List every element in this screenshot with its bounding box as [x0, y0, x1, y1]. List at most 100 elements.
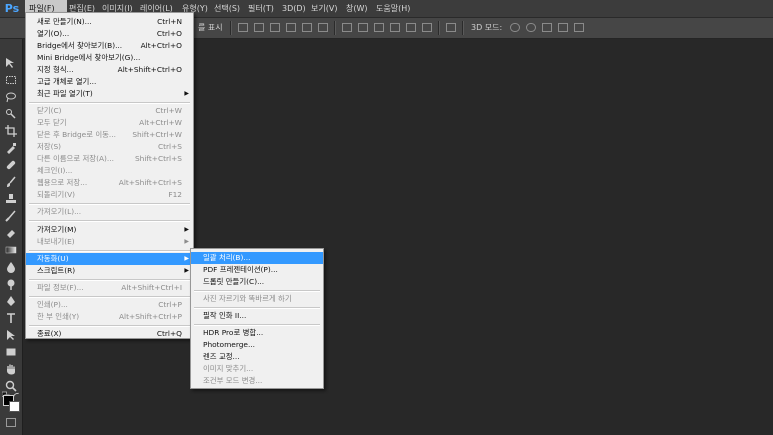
menu-separator	[29, 296, 190, 298]
menu-item-check-in[interactable]: 체크인(I)...	[26, 165, 193, 177]
menu-item-photomerge[interactable]: Photomerge...	[191, 339, 323, 351]
eyedropper-tool-icon[interactable]	[3, 140, 19, 156]
type-tool-icon[interactable]	[3, 310, 19, 326]
path-selection-icon[interactable]	[3, 327, 19, 343]
menu-item-conditional-mode-change[interactable]: 조건부 모드 변경...	[191, 375, 323, 387]
menu-item-import[interactable]: 가져오기(M) ▶	[26, 224, 193, 236]
align-vcenter-icon[interactable]	[254, 23, 264, 32]
menu-item-close-all[interactable]: 모두 닫기 Alt+Ctrl+W	[26, 117, 193, 129]
menu-item-open-recent[interactable]: 최근 파일 열기(T) ▶	[26, 88, 193, 100]
menu-item-save-as[interactable]: 다른 이름으로 저장(A)... Shift+Ctrl+S	[26, 153, 193, 165]
menu-separator	[29, 220, 190, 222]
automate-submenu: 일괄 처리(B)... PDF 프레젠테이션(P)... 드롭릿 만들기(C).…	[190, 248, 324, 389]
menu-item-open-smart-object[interactable]: 고급 개체로 열기...	[26, 76, 193, 88]
submenu-arrow-icon: ▶	[184, 267, 189, 274]
blur-tool-icon[interactable]	[3, 259, 19, 275]
menu-item-print[interactable]: 인쇄(P)... Ctrl+P	[26, 299, 193, 311]
distribute-vcenter-icon[interactable]	[358, 23, 368, 32]
menu-view[interactable]: 보기(V)	[311, 0, 337, 17]
show-transform-controls-label[interactable]: 를 표시	[198, 18, 223, 38]
eraser-tool-icon[interactable]	[3, 225, 19, 241]
align-right-icon[interactable]	[318, 23, 328, 32]
brush-tool-icon[interactable]	[3, 174, 19, 190]
align-top-icon[interactable]	[238, 23, 248, 32]
menu-separator	[194, 324, 320, 326]
menu-item-create-droplet[interactable]: 드롭릿 만들기(C)...	[191, 276, 323, 288]
menu-item-file-info[interactable]: 파일 정보(F)... Alt+Shift+Ctrl+I	[26, 282, 193, 294]
menu-item-scripts[interactable]: 스크립트(R) ▶	[26, 265, 193, 277]
submenu-arrow-icon: ▶	[184, 255, 189, 262]
photoshop-logo: Ps	[4, 2, 20, 15]
menu-item-fit-image[interactable]: 이미지 맞추기...	[191, 363, 323, 375]
menu-help[interactable]: 도움말(H)	[376, 0, 410, 17]
menu-filter[interactable]: 필터(T)	[248, 0, 274, 17]
menu-item-exit[interactable]: 종료(X) Ctrl+Q	[26, 328, 193, 340]
menu-item-automate[interactable]: 자동화(U) ▶	[26, 253, 193, 265]
menu-separator	[29, 325, 190, 327]
menu-item-merge-hdr[interactable]: HDR Pro로 병합...	[191, 327, 323, 339]
3d-rotate-icon[interactable]	[510, 23, 520, 32]
crop-tool-icon[interactable]	[3, 123, 19, 139]
menu-item-lens-correction[interactable]: 렌즈 교정...	[191, 351, 323, 363]
lasso-tool-icon[interactable]	[3, 89, 19, 105]
menu-separator	[194, 307, 320, 309]
align-bottom-icon[interactable]	[270, 23, 280, 32]
3d-slide-icon[interactable]	[558, 23, 568, 32]
distribute-right-icon[interactable]	[422, 23, 432, 32]
background-color-swatch[interactable]	[9, 401, 20, 412]
clone-stamp-icon[interactable]	[3, 191, 19, 207]
align-hcenter-icon[interactable]	[302, 23, 312, 32]
distribute-top-icon[interactable]	[342, 23, 352, 32]
distribute-hcenter-icon[interactable]	[406, 23, 416, 32]
menu-item-close-go-bridge[interactable]: 닫은 후 Bridge로 이동... Shift+Ctrl+W	[26, 129, 193, 141]
marquee-tool-icon[interactable]	[3, 72, 19, 88]
menu-item-save[interactable]: 저장(S) Ctrl+S	[26, 141, 193, 153]
menu-window[interactable]: 창(W)	[346, 0, 368, 17]
menu-item-save-for-web[interactable]: 웹용으로 저장... Alt+Shift+Ctrl+S	[26, 177, 193, 189]
submenu-arrow-icon: ▶	[184, 238, 189, 245]
dodge-tool-icon[interactable]	[3, 276, 19, 292]
pen-tool-icon[interactable]	[3, 293, 19, 309]
align-left-icon[interactable]	[286, 23, 296, 32]
quick-mask-icon[interactable]	[6, 418, 16, 427]
3d-drag-icon[interactable]	[542, 23, 552, 32]
menu-item-place[interactable]: 가져오기(L)...	[26, 206, 193, 218]
submenu-arrow-icon: ▶	[184, 226, 189, 233]
menu-separator	[29, 203, 190, 205]
menu-separator	[29, 102, 190, 104]
rectangle-tool-icon[interactable]	[3, 344, 19, 360]
history-brush-icon[interactable]	[3, 208, 19, 224]
3d-mode-label: 3D 모드:	[471, 23, 503, 32]
auto-align-icon[interactable]	[446, 23, 456, 32]
tools-panel	[0, 39, 23, 435]
menu-item-close[interactable]: 닫기(C) Ctrl+W	[26, 105, 193, 117]
menu-separator	[194, 290, 320, 292]
menu-item-batch[interactable]: 일괄 처리(B)...	[191, 252, 323, 264]
file-menu-dropdown: 새로 만들기(N)... Ctrl+N 열기(O)... Ctrl+O Bridge…	[25, 12, 194, 339]
menu-item-pdf-presentation[interactable]: PDF 프레젠테이션(P)...	[191, 264, 323, 276]
menu-item-revert[interactable]: 되돌리기(V) F12	[26, 189, 193, 201]
3d-roll-icon[interactable]	[526, 23, 536, 32]
options-separator	[462, 21, 464, 35]
move-tool-icon[interactable]	[3, 55, 19, 71]
gradient-tool-icon[interactable]	[3, 242, 19, 258]
menu-item-browse-mini-bridge[interactable]: Mini Bridge에서 찾아보기(G)...	[26, 52, 193, 64]
menu-item-print-one-copy[interactable]: 한 부 인쇄(Y) Alt+Shift+Ctrl+P	[26, 311, 193, 323]
menu-item-crop-straighten[interactable]: 사진 자르기와 똑바르게 하기	[191, 293, 323, 305]
menu-item-export[interactable]: 내보내기(E) ▶	[26, 236, 193, 248]
menu-item-browse-bridge[interactable]: Bridge에서 찾아보기(B)... Alt+Ctrl+O	[26, 40, 193, 52]
menu-select[interactable]: 선택(S)	[214, 0, 240, 17]
distribute-left-icon[interactable]	[390, 23, 400, 32]
menu-item-open[interactable]: 열기(O)... Ctrl+O	[26, 28, 193, 40]
menu-separator	[29, 279, 190, 281]
menu-item-open-as[interactable]: 지정 형식... Alt+Shift+Ctrl+O	[26, 64, 193, 76]
quick-select-tool-icon[interactable]	[3, 106, 19, 122]
menu-separator	[29, 250, 190, 252]
3d-scale-icon[interactable]	[574, 23, 584, 32]
distribute-bottom-icon[interactable]	[374, 23, 384, 32]
menu-item-new[interactable]: 새로 만들기(N)... Ctrl+N	[26, 16, 193, 28]
menu-3d[interactable]: 3D(D)	[282, 0, 306, 17]
healing-brush-icon[interactable]	[3, 157, 19, 173]
hand-tool-icon[interactable]	[3, 361, 19, 377]
menu-item-contact-sheet[interactable]: 필작 인화 II...	[191, 310, 323, 322]
